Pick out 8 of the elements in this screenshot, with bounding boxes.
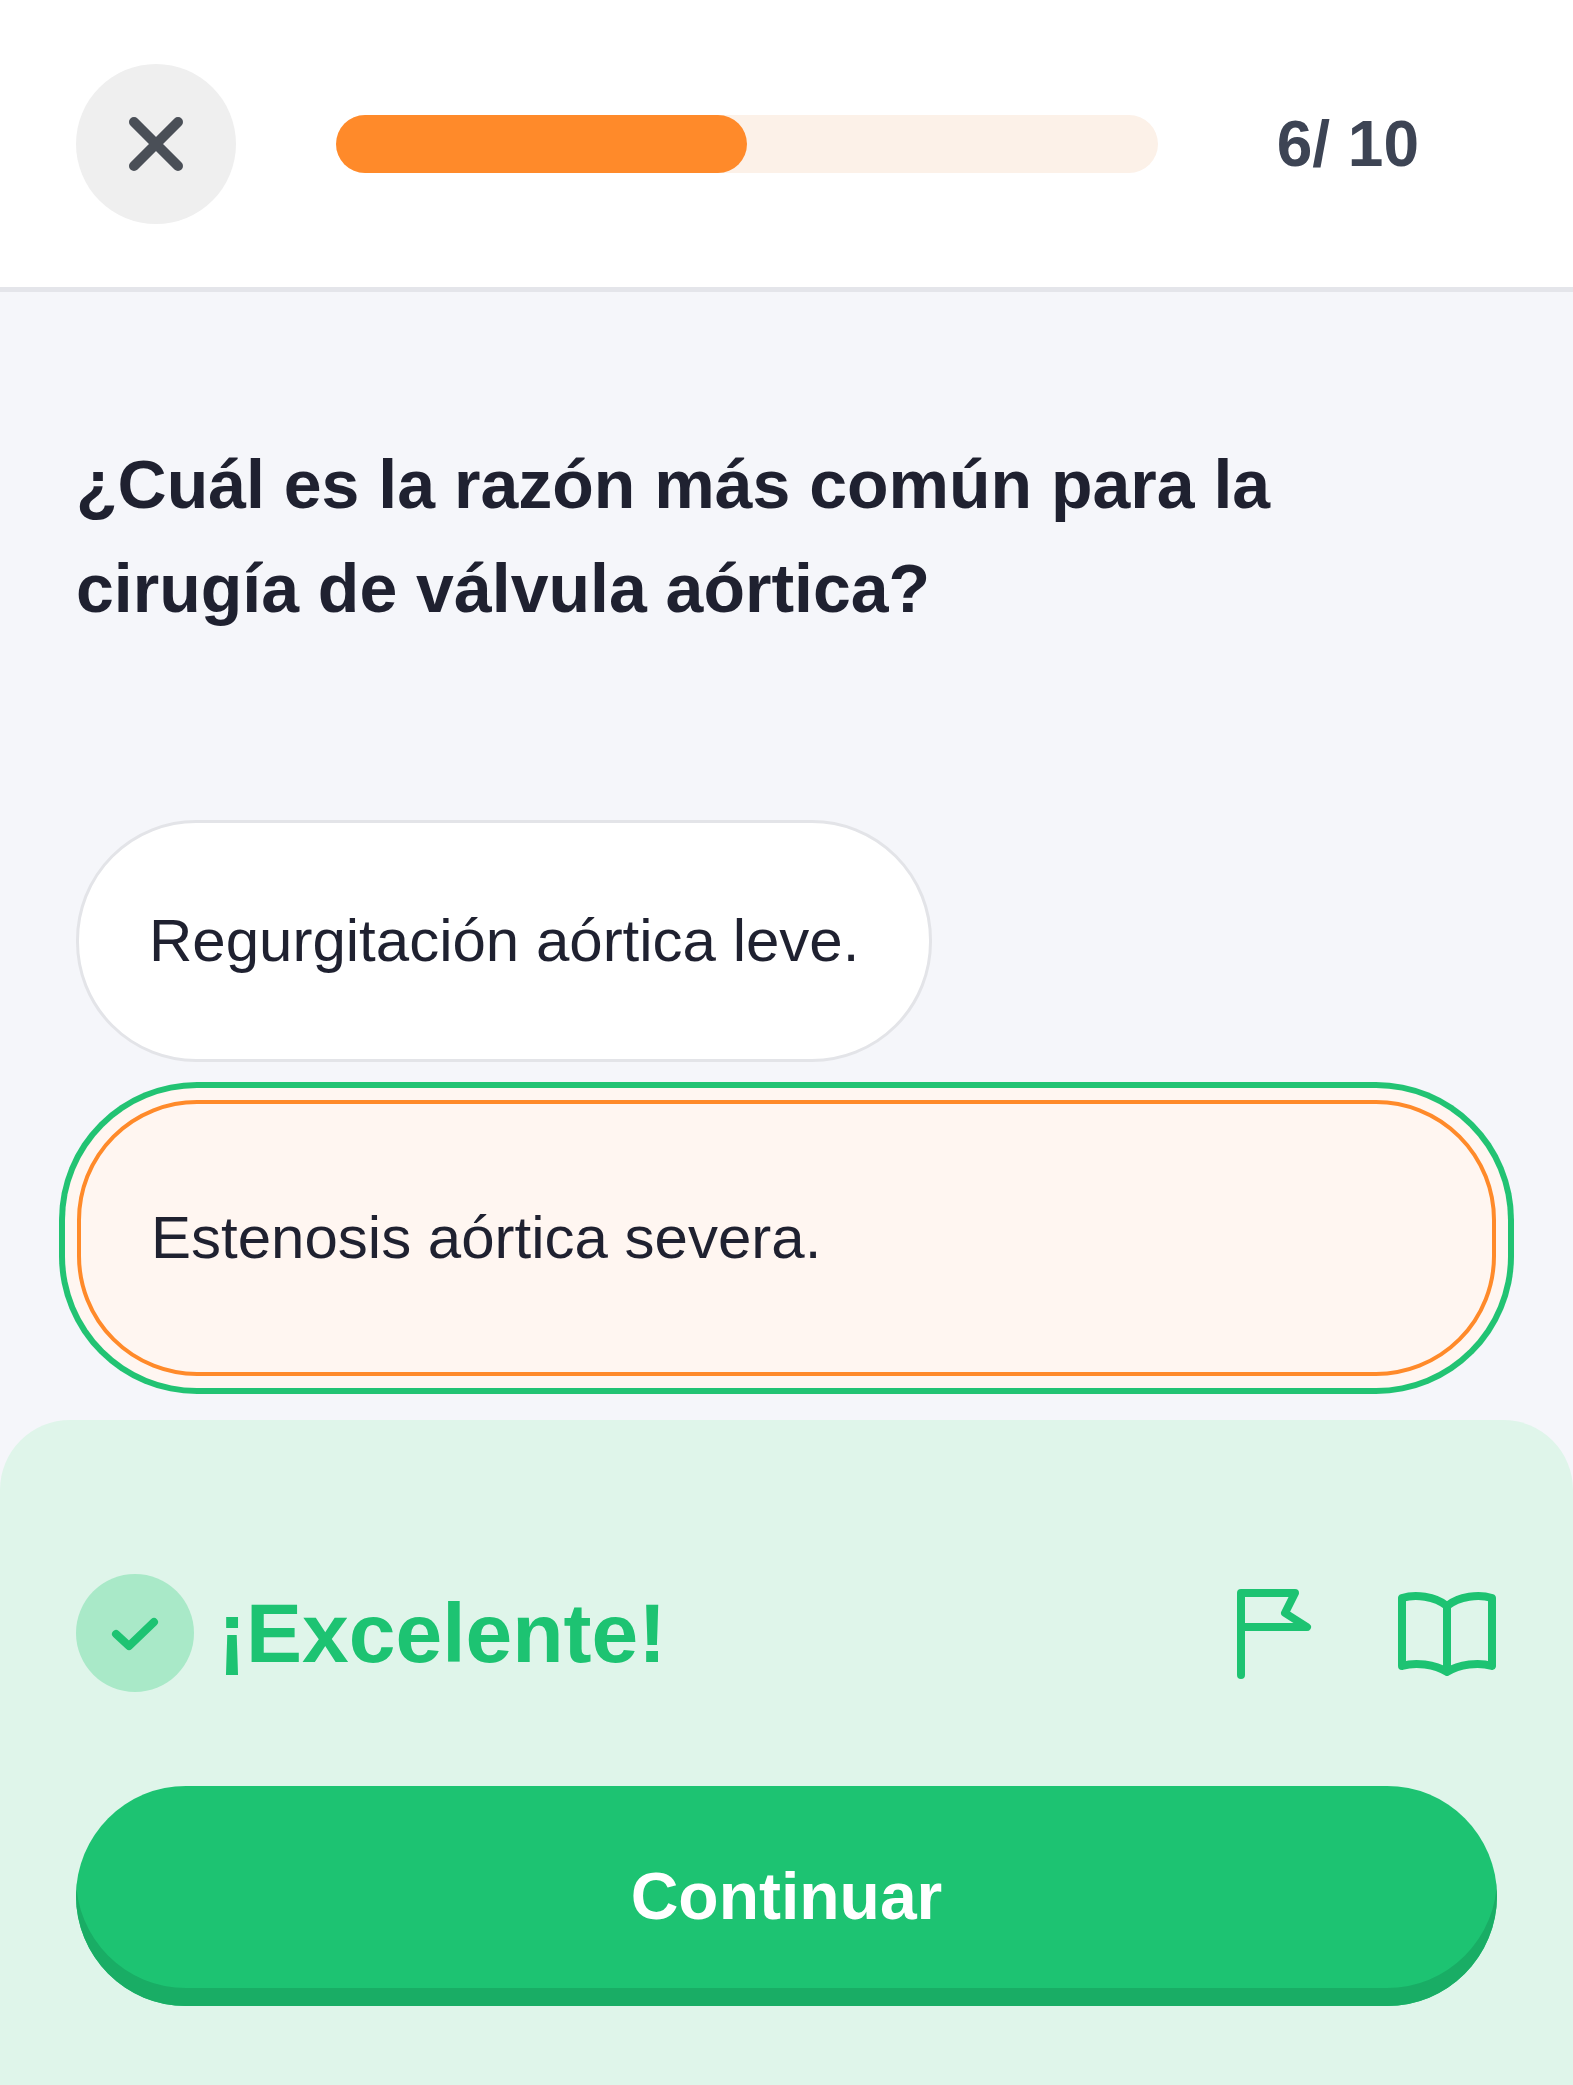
feedback-message: ¡Excelente! [218,1585,667,1682]
flag-icon[interactable] [1235,1587,1313,1679]
answer-option[interactable]: Regurgitación aórtica leve. [76,820,933,1062]
check-icon [76,1574,194,1692]
close-icon [128,115,184,172]
question-text: ¿Cuál es la razón más común para la cirugía de válvula aórtica? [75,445,1272,628]
question-counter: 6/ 10 [1276,106,1419,182]
book-icon[interactable] [1397,1590,1497,1676]
